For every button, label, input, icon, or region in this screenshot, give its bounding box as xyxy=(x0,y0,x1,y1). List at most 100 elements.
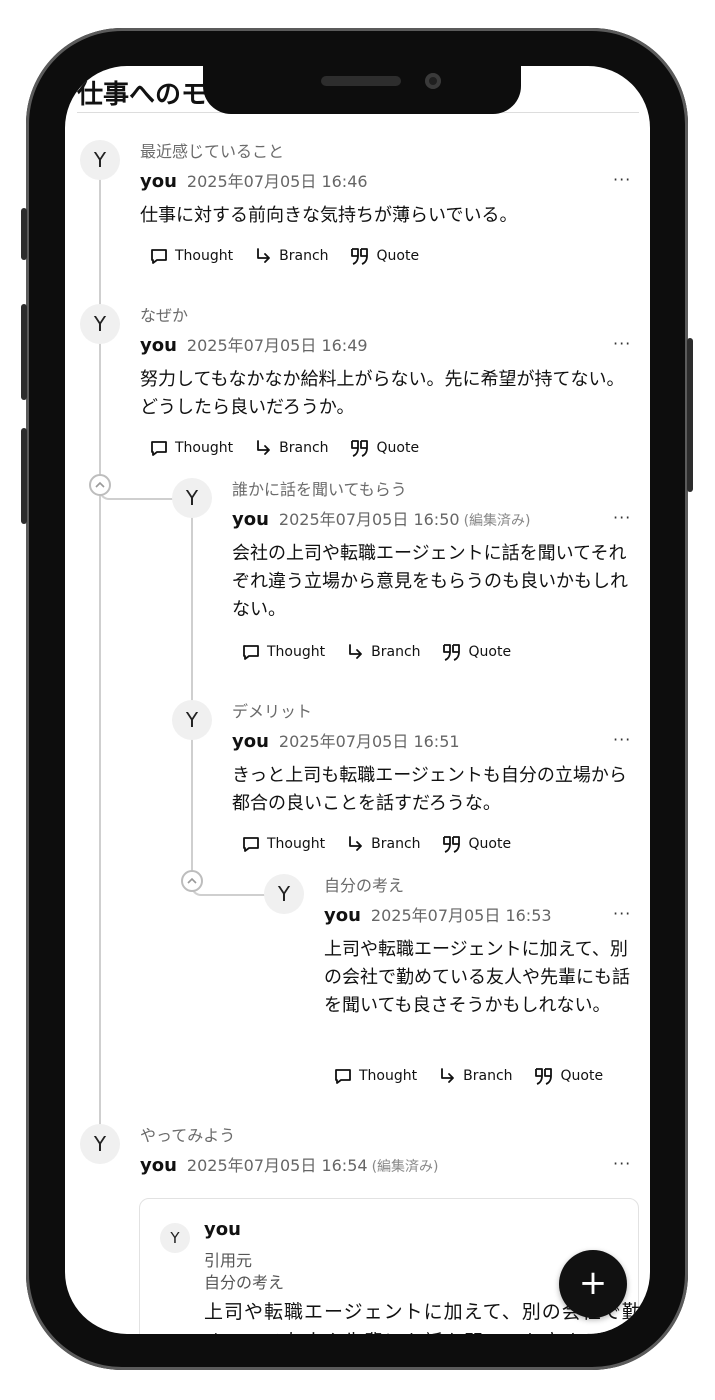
post-meta: you 2025年07月05日 16:50 (編集済み) xyxy=(232,506,531,530)
collapse-toggle[interactable] xyxy=(181,870,203,892)
avatar[interactable]: Y xyxy=(264,874,304,914)
phone-volume-up xyxy=(21,304,27,400)
thought-label: Thought xyxy=(267,644,326,660)
branch-arrow-icon xyxy=(349,644,363,659)
action-bar: Thought Branch Quote xyxy=(241,642,511,662)
phone-volume-down xyxy=(21,428,27,524)
quote-author: you xyxy=(204,1219,241,1240)
app-screen: 仕事へのモ Y 最近感じていること you 2025年07月05日 16:46 … xyxy=(65,66,650,1334)
quote-label: Quote xyxy=(468,644,512,660)
post-author[interactable]: you xyxy=(324,905,361,926)
branch-button[interactable]: Branch xyxy=(345,642,421,662)
collapse-chevron-icon xyxy=(95,481,105,488)
quote-button[interactable]: Quote xyxy=(533,1066,603,1086)
post-subject: 誰かに話を聞いてもらう xyxy=(232,480,407,499)
action-bar: Thought Branch Quote xyxy=(241,834,511,854)
post-author[interactable]: you xyxy=(140,1155,177,1176)
post-subject: やってみよう xyxy=(140,1126,236,1145)
thought-label: Thought xyxy=(359,1068,418,1084)
post-timestamp: 2025年07月05日 16:53 xyxy=(370,906,552,925)
quote-label: Quote xyxy=(376,248,420,264)
avatar[interactable]: Y xyxy=(80,1124,120,1164)
more-options-button[interactable]: ··· xyxy=(613,170,631,189)
comment-icon xyxy=(243,645,259,660)
branch-button[interactable]: Branch xyxy=(253,438,329,458)
camera-icon xyxy=(425,73,441,89)
thought-button[interactable]: Thought xyxy=(149,246,233,266)
branch-label: Branch xyxy=(371,644,421,660)
page-title: 仕事へのモ xyxy=(77,80,208,110)
post-body: 努力してもなかなか給料上がらない。先に希望が持てない。どうしたら良いだろうか。 xyxy=(140,369,625,418)
phone-power-button xyxy=(687,338,693,492)
quote-source-title[interactable]: 自分の考え xyxy=(204,1269,284,1293)
branch-label: Branch xyxy=(279,440,329,456)
post-meta: you 2025年07月05日 16:54 (編集済み) xyxy=(140,1152,439,1176)
post-subject: なぜか xyxy=(140,306,189,325)
post-author[interactable]: you xyxy=(140,171,177,192)
phone-silent-switch xyxy=(21,208,27,260)
branch-arrow-icon xyxy=(257,440,271,455)
quote-label: Quote xyxy=(376,440,420,456)
branch-button[interactable]: Branch xyxy=(345,834,421,854)
new-post-button[interactable]: + xyxy=(559,1250,627,1318)
post-timestamp: 2025年07月05日 16:46 xyxy=(186,172,368,191)
more-options-button[interactable]: ··· xyxy=(613,730,631,749)
more-options-button[interactable]: ··· xyxy=(613,334,631,353)
quote-icon xyxy=(442,644,460,661)
more-options-button[interactable]: ··· xyxy=(613,1154,631,1173)
action-bar: Thought Branch Quote xyxy=(333,1066,603,1086)
thought-button[interactable]: Thought xyxy=(241,834,325,854)
more-options-button[interactable]: ··· xyxy=(613,508,631,527)
edited-badge: (編集済み) xyxy=(463,513,531,529)
collapse-chevron-icon xyxy=(187,877,197,884)
device-notch xyxy=(203,66,521,114)
branch-label: Branch xyxy=(371,836,421,852)
thread-line-level-2 xyxy=(191,512,193,882)
quote-icon xyxy=(350,248,368,265)
post-body: きっと上司も転職エージェントも自分の立場から都合の良いことを話すだろうな。 xyxy=(232,765,627,814)
avatar[interactable]: Y xyxy=(80,140,120,180)
quote-icon xyxy=(534,1068,552,1085)
quote-icon xyxy=(350,440,368,457)
branch-arrow-icon xyxy=(441,1068,455,1083)
comment-icon xyxy=(243,837,259,852)
thought-label: Thought xyxy=(175,248,234,264)
post-meta: you 2025年07月05日 16:53 xyxy=(324,902,552,926)
quote-icon xyxy=(442,836,460,853)
quote-button[interactable]: Quote xyxy=(349,438,420,458)
post-author[interactable]: you xyxy=(232,509,269,530)
avatar[interactable]: Y xyxy=(172,700,212,740)
post-author[interactable]: you xyxy=(140,335,177,356)
thought-button[interactable]: Thought xyxy=(333,1066,417,1086)
post-body: 会社の上司や転職エージェントに話を聞いてそれぞれ違う立場から意見をもらうのも良い… xyxy=(232,543,628,620)
quote-button[interactable]: Quote xyxy=(441,834,511,854)
post-subject: 自分の考え xyxy=(324,876,405,895)
post-timestamp: 2025年07月05日 16:50 xyxy=(278,510,460,529)
avatar[interactable]: Y xyxy=(80,304,120,344)
quote-source-label: 引用元 xyxy=(204,1251,253,1270)
branch-button[interactable]: Branch xyxy=(437,1066,513,1086)
post-meta: you 2025年07月05日 16:46 xyxy=(140,168,368,192)
branch-arrow-icon xyxy=(257,248,271,263)
branch-label: Branch xyxy=(463,1068,513,1084)
action-bar: Thought Branch Quote xyxy=(149,438,419,458)
post-body: 仕事に対する前向きな気持ちが薄らいでいる。 xyxy=(140,205,518,226)
more-options-button[interactable]: ··· xyxy=(613,904,631,923)
thought-button[interactable]: Thought xyxy=(241,642,325,662)
post-subject: デメリット xyxy=(232,702,313,721)
post-timestamp: 2025年07月05日 16:49 xyxy=(186,336,368,355)
post-timestamp: 2025年07月05日 16:51 xyxy=(278,732,460,751)
collapse-toggle[interactable] xyxy=(89,474,111,496)
quote-button[interactable]: Quote xyxy=(349,246,420,266)
thought-button[interactable]: Thought xyxy=(149,438,233,458)
quote-button[interactable]: Quote xyxy=(441,642,512,662)
avatar[interactable]: Y xyxy=(172,478,212,518)
post-author[interactable]: you xyxy=(232,731,269,752)
comment-icon xyxy=(151,249,167,264)
thought-label: Thought xyxy=(175,440,234,456)
branch-button[interactable]: Branch xyxy=(253,246,329,266)
speaker-grille xyxy=(321,76,401,86)
post-meta: you 2025年07月05日 16:51 xyxy=(232,728,460,752)
post-timestamp: 2025年07月05日 16:54 xyxy=(186,1156,368,1175)
comment-icon xyxy=(151,441,167,456)
